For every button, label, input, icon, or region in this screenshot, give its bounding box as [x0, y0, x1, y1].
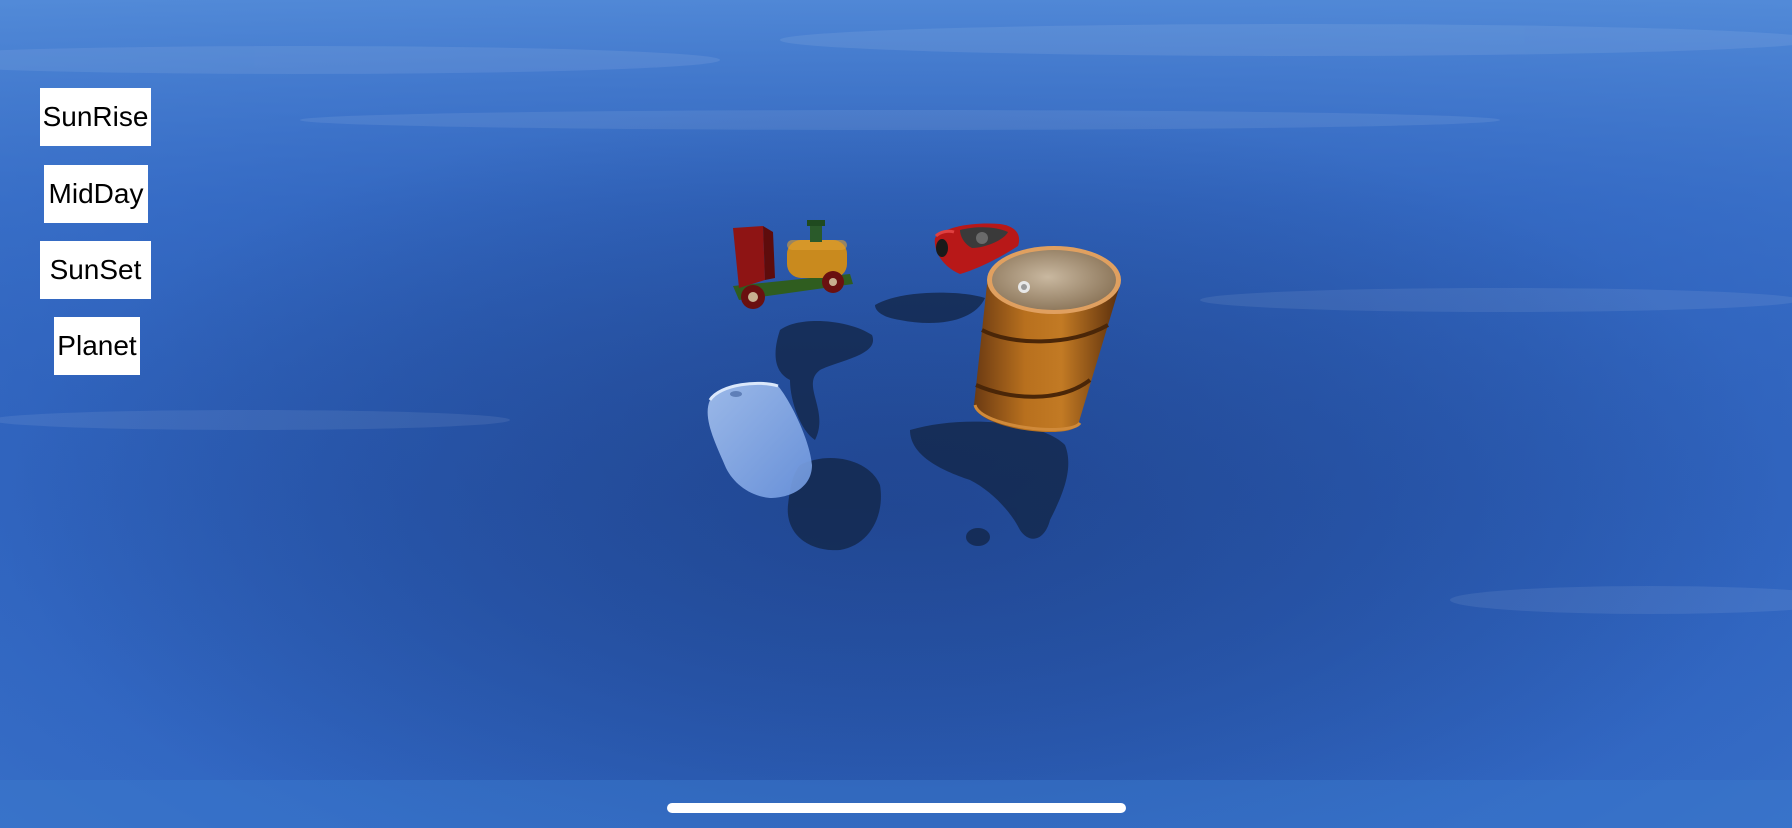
sunrise-button[interactable]: SunRise	[40, 88, 151, 146]
sunset-button[interactable]: SunSet	[40, 241, 151, 299]
planet-button[interactable]: Planet	[54, 317, 140, 375]
ar-scene-view[interactable]: SunRise MidDay SunSet Planet	[0, 0, 1792, 828]
toy-train-model[interactable]	[725, 218, 855, 313]
glass-plate-model[interactable]	[700, 380, 815, 500]
ocean-background	[0, 0, 1792, 828]
oil-barrel-model[interactable]	[970, 245, 1125, 445]
midday-button[interactable]: MidDay	[44, 165, 148, 223]
home-indicator[interactable]	[667, 803, 1126, 813]
